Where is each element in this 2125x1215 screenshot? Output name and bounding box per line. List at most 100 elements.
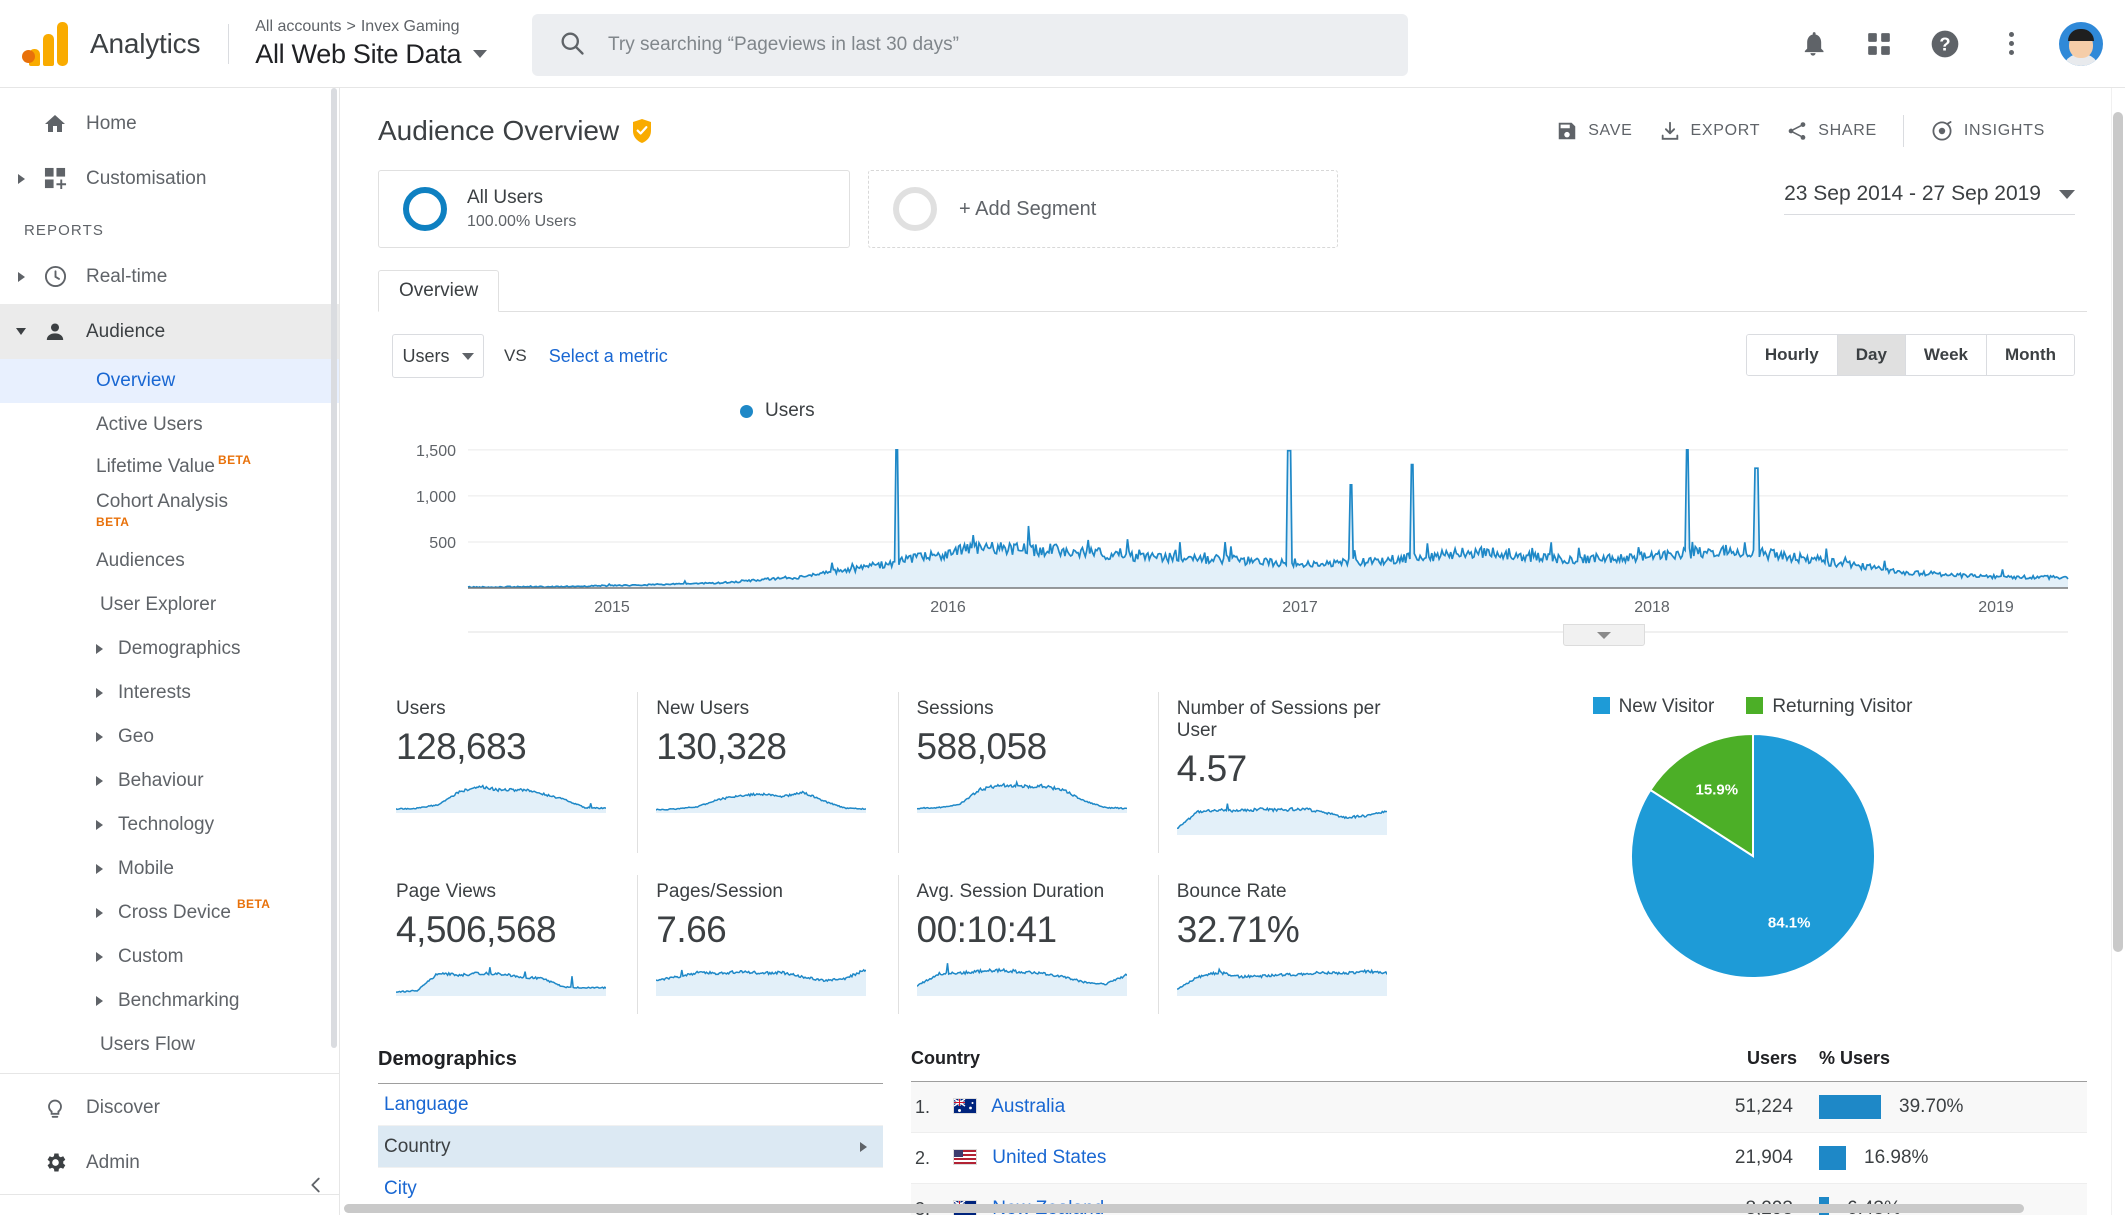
sidebar-item-mobile[interactable]: Mobile bbox=[0, 847, 339, 891]
main-scrollbar-thumb[interactable] bbox=[2113, 112, 2123, 952]
metric-card-avg-session-duration[interactable]: Avg. Session Duration 00:10:41 bbox=[899, 875, 1159, 1014]
expand-arrow-icon[interactable] bbox=[10, 271, 32, 282]
metric-card-users[interactable]: Users 128,683 bbox=[378, 692, 639, 853]
more-options-icon[interactable] bbox=[1993, 26, 2029, 62]
metric-card-label: Number of Sessions per User bbox=[1176, 698, 1381, 741]
breadcrumb-separator: > bbox=[346, 17, 356, 35]
expand-arrow-icon[interactable] bbox=[96, 732, 103, 742]
horizontal-scrollbar[interactable] bbox=[340, 1203, 2125, 1215]
sidebar-item-users-flow[interactable]: Users Flow bbox=[0, 1023, 339, 1067]
sidebar-item-overview-label: Overview bbox=[96, 370, 176, 391]
horizontal-scrollbar-thumb[interactable] bbox=[344, 1204, 2024, 1213]
sidebar-item-benchmarking[interactable]: Benchmarking bbox=[0, 979, 339, 1023]
timeseries-chart[interactable]: 500 1,000 1,500 2015 2016 2017 2018 2019 bbox=[378, 428, 2087, 658]
avatar[interactable] bbox=[2059, 21, 2103, 66]
segment-title: All Users bbox=[467, 187, 544, 208]
metric-dropdown[interactable]: Users bbox=[392, 334, 484, 378]
help-icon[interactable]: ? bbox=[1927, 26, 1963, 62]
sidebar-scrollbar-thumb[interactable] bbox=[331, 88, 337, 1048]
search-bar[interactable] bbox=[532, 14, 1408, 76]
expand-arrow-icon[interactable] bbox=[96, 688, 103, 698]
tab-overview[interactable]: Overview bbox=[378, 270, 500, 312]
metric-card-page-views[interactable]: Page Views 4,506,568 bbox=[378, 875, 639, 1014]
sidebar-item-audiences[interactable]: Audiences bbox=[0, 539, 339, 583]
sidebar-item-custom[interactable]: Custom bbox=[0, 935, 339, 979]
sidebar-item-overview[interactable]: Overview bbox=[0, 359, 339, 403]
metric-card-value: 130,328 bbox=[656, 726, 787, 767]
table-row[interactable]: 1. Australia 51,224 39.70% bbox=[911, 1081, 2087, 1133]
row-country[interactable]: United States bbox=[953, 1132, 1576, 1184]
granularity-day[interactable]: Day bbox=[1837, 335, 1906, 375]
breadcrumb-accounts[interactable]: All accounts bbox=[255, 18, 341, 35]
main-scrollbar[interactable] bbox=[2111, 88, 2125, 1215]
sidebar-divider-bottom bbox=[0, 1194, 339, 1195]
sidebar-item-interests[interactable]: Interests bbox=[0, 671, 339, 715]
sidebar-item-behaviour[interactable]: Behaviour bbox=[0, 759, 339, 803]
date-range-label: 23 Sep 2014 - 27 Sep 2019 bbox=[1784, 182, 2041, 205]
sidebar-item-realtime[interactable]: Real-time bbox=[0, 249, 339, 304]
row-country[interactable]: Australia bbox=[953, 1081, 1576, 1133]
apps-grid-icon[interactable] bbox=[1861, 26, 1897, 62]
column-header-country[interactable]: Country bbox=[911, 1048, 1576, 1082]
account-selector[interactable]: All accounts > Invex Gaming All Web Site D… bbox=[255, 17, 488, 70]
expand-arrow-icon[interactable] bbox=[96, 908, 103, 918]
analytics-logo-icon bbox=[18, 21, 82, 66]
date-range-picker[interactable]: 23 Sep 2014 - 27 Sep 2019 bbox=[1784, 182, 2075, 215]
sidebar-item-geo[interactable]: Geo bbox=[0, 715, 339, 759]
sidebar-item-home[interactable]: Home bbox=[0, 96, 339, 151]
collapse-arrow-icon[interactable] bbox=[10, 328, 32, 335]
column-header-pct-users[interactable]: % Users bbox=[1797, 1048, 2087, 1082]
save-button[interactable]: SAVE bbox=[1556, 120, 1632, 142]
pie-svg[interactable]: 84.1% 15.9% bbox=[1623, 726, 1883, 986]
sidebar-item-admin[interactable]: Admin bbox=[0, 1135, 339, 1190]
expand-arrow-icon[interactable] bbox=[96, 820, 103, 830]
sidebar-item-demographics[interactable]: Demographics bbox=[0, 627, 339, 671]
segment-all-users[interactable]: All Users 100.00% Users bbox=[378, 170, 850, 248]
expand-arrow-icon[interactable] bbox=[96, 776, 103, 786]
notifications-bell-icon[interactable] bbox=[1795, 26, 1831, 62]
select-a-metric-link[interactable]: Select a metric bbox=[549, 346, 668, 367]
sidebar-item-lifetime-value[interactable]: Lifetime Value BETA bbox=[0, 447, 339, 487]
sidebar-item-discover[interactable]: Discover bbox=[0, 1080, 339, 1135]
granularity-week[interactable]: Week bbox=[1905, 335, 1988, 375]
metric-card-pages-per-session[interactable]: Pages/Session 7.66 bbox=[638, 875, 899, 1014]
table-row[interactable]: 2. United States 21,904 16.98% bbox=[911, 1132, 2087, 1184]
metric-card-bounce-rate[interactable]: Bounce Rate 32.71% bbox=[1159, 875, 1418, 1014]
row-country-link[interactable]: United States bbox=[992, 1147, 1106, 1168]
breadcrumb-account[interactable]: Invex Gaming bbox=[361, 18, 460, 35]
row-country-link[interactable]: Australia bbox=[991, 1096, 1065, 1117]
expand-arrow-icon[interactable] bbox=[96, 864, 103, 874]
share-button[interactable]: SHARE bbox=[1786, 120, 1877, 142]
sparkline bbox=[1176, 955, 1418, 1002]
demographics-item-language[interactable]: Language bbox=[378, 1084, 883, 1126]
property-name-row[interactable]: All Web Site Data bbox=[255, 39, 488, 70]
metric-card-sessions-per-user[interactable]: Number of Sessions per User 4.57 bbox=[1159, 692, 1418, 853]
vs-label: VS bbox=[504, 346, 527, 365]
sidebar-item-cohort-analysis[interactable]: Cohort Analysis BETA bbox=[0, 487, 339, 539]
sidebar-item-technology[interactable]: Technology bbox=[0, 803, 339, 847]
expand-arrow-icon[interactable] bbox=[96, 644, 103, 654]
sidebar-scrollbar[interactable] bbox=[331, 88, 338, 1215]
sidebar-item-active-users[interactable]: Active Users bbox=[0, 403, 339, 447]
export-button[interactable]: EXPORT bbox=[1659, 120, 1761, 142]
granularity-hourly[interactable]: Hourly bbox=[1746, 335, 1838, 375]
metric-card-value: 4.57 bbox=[1176, 748, 1248, 789]
insights-button[interactable]: INSIGHTS bbox=[1930, 119, 2045, 143]
chart-expand-handle[interactable] bbox=[1563, 624, 1645, 646]
sidebar-item-cross-device[interactable]: Cross Device BETA bbox=[0, 891, 339, 935]
sidebar-item-user-explorer[interactable]: User Explorer bbox=[0, 583, 339, 627]
search-input[interactable] bbox=[608, 34, 1388, 56]
metric-card-new-users[interactable]: New Users 130,328 bbox=[638, 692, 899, 853]
sidebar-item-customisation[interactable]: Customisation bbox=[0, 151, 339, 206]
granularity-month[interactable]: Month bbox=[1987, 335, 2074, 375]
add-segment-button[interactable]: + Add Segment bbox=[868, 170, 1338, 248]
expand-arrow-icon[interactable] bbox=[10, 173, 32, 184]
demographics-item-country[interactable]: Country bbox=[378, 1126, 883, 1168]
collapse-sidebar-button[interactable] bbox=[300, 1169, 332, 1201]
column-header-users[interactable]: Users bbox=[1575, 1048, 1797, 1082]
sidebar-item-audience[interactable]: Audience bbox=[0, 304, 339, 359]
sidebar-item-customisation-label: Customisation bbox=[86, 167, 207, 189]
expand-arrow-icon[interactable] bbox=[96, 952, 103, 962]
expand-arrow-icon[interactable] bbox=[96, 996, 103, 1006]
metric-card-sessions[interactable]: Sessions 588,058 bbox=[899, 692, 1159, 853]
